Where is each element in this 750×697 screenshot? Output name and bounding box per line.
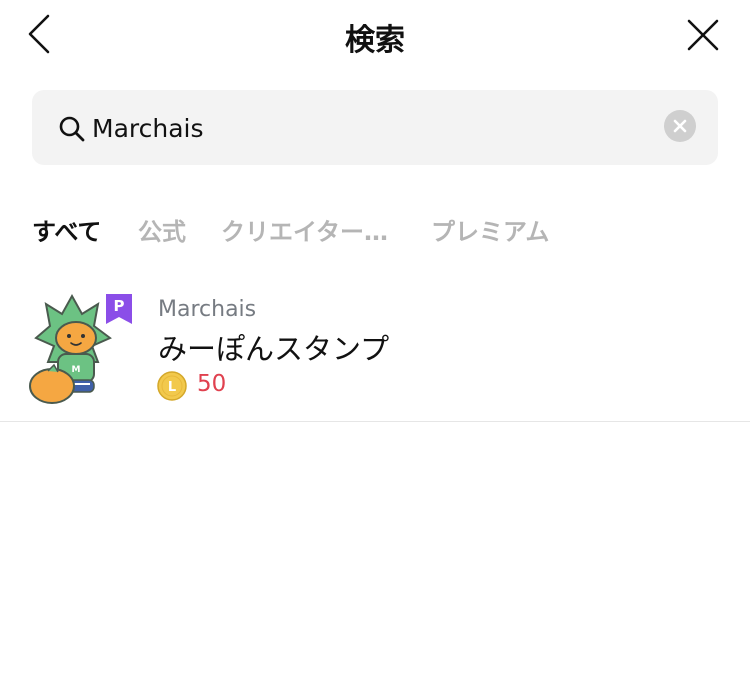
header: 検索: [0, 0, 750, 70]
tab-all[interactable]: すべて: [32, 212, 101, 247]
close-icon: [687, 19, 719, 51]
svg-text:M: M: [72, 365, 81, 375]
tab-creators[interactable]: クリエイター…: [221, 212, 388, 247]
tab-official[interactable]: 公式: [138, 212, 186, 247]
clear-circle-icon: [673, 119, 687, 133]
line-coin-icon: L: [157, 371, 187, 401]
list-item[interactable]: M P Marchais みーぽんスタンプ L 50: [0, 280, 750, 422]
sticker-price: 50: [197, 371, 227, 397]
search-icon: [59, 116, 85, 142]
search-input[interactable]: [92, 109, 652, 147]
tab-premium[interactable]: プレミアム: [431, 212, 549, 247]
search-bar: [32, 90, 718, 165]
premium-badge-icon: P: [106, 294, 132, 324]
premium-badge-letter: P: [113, 297, 125, 315]
sticker-author: Marchais: [158, 297, 257, 322]
sticker-name: みーぽんスタンプ: [158, 332, 390, 366]
clear-search-button[interactable]: [664, 110, 696, 142]
coin-letter: L: [168, 380, 176, 395]
close-button[interactable]: [684, 16, 722, 54]
page-title: 検索: [345, 23, 405, 58]
